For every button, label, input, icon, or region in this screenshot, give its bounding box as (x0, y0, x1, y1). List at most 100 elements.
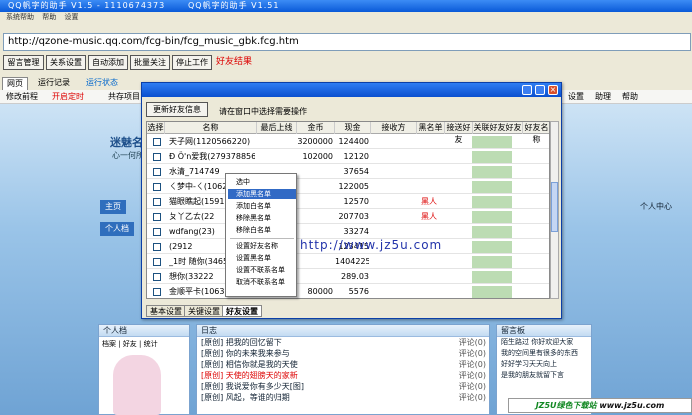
log-item[interactable]: [原创] 天使的翅膀天的家新 评论(0) (197, 370, 489, 381)
row-checkbox[interactable] (153, 138, 161, 146)
col-group[interactable]: 关联好友好友分组 (473, 122, 523, 134)
tab-basic-settings[interactable]: 基本设置 (146, 305, 186, 317)
col-deliver[interactable]: 接送好友 (445, 122, 473, 144)
tab-webpage[interactable]: 网页 (2, 77, 28, 90)
modify-link[interactable]: 修改前程 (6, 90, 38, 103)
context-menu-item[interactable]: 选中 (228, 177, 296, 187)
assistant-link[interactable]: 助理 (595, 90, 611, 103)
url-input[interactable]: http://qzone-music.qq.com/fcg-bin/fcg_mu… (3, 33, 691, 51)
log-item[interactable]: [原创] 风起，等谁的归期 评论(0) (197, 392, 489, 403)
guest-message: 好好学习天天向上 (501, 360, 557, 368)
table-row[interactable]: 金顺平卡(1063085)缺800005576 (147, 285, 549, 298)
table-row[interactable]: 水清_714749 37654 (147, 165, 549, 179)
context-menu-item[interactable]: 设置黑名单 (228, 253, 296, 263)
help-link[interactable]: 帮助 (622, 90, 638, 103)
maximize-icon[interactable] (535, 85, 545, 95)
menu-item-settings[interactable]: 设置 (64, 13, 78, 21)
row-group-cell (472, 136, 512, 148)
context-menu-item[interactable]: 设置不联系名单 (228, 265, 296, 275)
nav-profile[interactable]: 个人档 (100, 222, 134, 236)
row-group-cell (472, 211, 512, 223)
tab-run-log[interactable]: 运行记录 (34, 77, 74, 90)
settings-link[interactable]: 设置 (568, 90, 584, 103)
table-header: 选择 名称 最后上线 金币 现金 接收方 黑名单 接送好友 关联好友好友分组 好… (147, 122, 549, 144)
table-row[interactable]: 猫眼瞧起(1591 12570 黑人 (147, 195, 549, 209)
menu-bar: 系统帮助 帮助 设置 (0, 12, 692, 23)
table-row[interactable]: Ð Ö'n爱我(279378856) 102000 12120 (147, 150, 549, 164)
table-row[interactable]: _1时 随你(34659 1404225 (147, 255, 549, 269)
personal-tab-friends[interactable]: 好友 (123, 340, 137, 348)
row-group-cell (472, 181, 512, 193)
row-checkbox[interactable] (153, 288, 161, 296)
row-gold: 102000 (302, 152, 333, 161)
row-cash: 122005 (338, 182, 369, 191)
tab-key-settings[interactable]: 关键设置 (184, 305, 224, 317)
col-name[interactable]: 名称 (165, 122, 257, 134)
row-checkbox[interactable] (153, 198, 161, 206)
col-cash[interactable]: 现金 (335, 122, 371, 134)
context-menu-item[interactable]: 添加黑名单 (228, 189, 296, 199)
col-last-online[interactable]: 最后上线 (257, 122, 297, 134)
update-friends-button[interactable]: 更新好友信息 (146, 102, 208, 117)
row-group-cell (472, 166, 512, 178)
auto-add-button[interactable]: 自动添加 (88, 55, 128, 70)
col-select[interactable]: 选择 (147, 122, 165, 134)
log-item[interactable]: [原创] 相信你就是我的天使 评论(0) (197, 359, 489, 370)
row-checkbox[interactable] (153, 258, 161, 266)
log-item[interactable]: [原创] 我说爱你有多少天[图] 评论(0) (197, 381, 489, 392)
context-menu-item[interactable]: 移除黑名单 (228, 213, 296, 223)
personal-tab-archive[interactable]: 档案 (102, 340, 116, 348)
col-friend-name[interactable]: 好友名称 (523, 122, 549, 144)
toolbar: 留言管理 关系设置 自动添加 批量关注 停止工作 好友结果 (0, 54, 692, 72)
timer-link[interactable]: 开启定时 (52, 90, 84, 103)
vertical-scrollbar[interactable] (550, 121, 559, 299)
scroll-thumb[interactable] (551, 182, 558, 232)
window-title-secondary: QQ帆字的助手 V1.51 (188, 1, 280, 10)
log-item-comments: 评论(0) (458, 349, 486, 358)
context-menu-item[interactable]: 移除白名单 (228, 225, 296, 235)
message-manage-button[interactable]: 留言管理 (3, 55, 44, 70)
table-row[interactable]: ㄑ梦中-ㄑ(1062) 122005 (147, 180, 549, 194)
nav-home[interactable]: 主页 (100, 200, 126, 214)
log-item[interactable]: [原创] 你的未来我来参与 评论(0) (197, 348, 489, 359)
log-item-title: [原创] 把我的回忆留下 (201, 338, 282, 347)
guest-list: 陌生路过 你好欢迎大家 我的空间里有很多的东西 好好学习天天向上 是我的朋友就留下言 (497, 337, 591, 381)
tab-friend-settings[interactable]: 好友设置 (222, 305, 262, 317)
context-menu-item[interactable]: 添加白名单 (228, 201, 296, 211)
row-checkbox[interactable] (153, 243, 161, 251)
guest-panel-title: 留言板 (497, 325, 591, 337)
row-gold: 80000 (307, 287, 333, 296)
row-checkbox[interactable] (153, 183, 161, 191)
stop-work-button[interactable]: 停止工作 (172, 55, 212, 70)
row-group-cell (472, 271, 512, 283)
personal-tab-stats[interactable]: 统计 (144, 340, 158, 348)
menu-item-system[interactable]: 系统帮助 (6, 13, 34, 21)
row-checkbox[interactable] (153, 168, 161, 176)
personal-panel-tabs: 档案 | 好友 | 统计 (102, 340, 158, 348)
guest-message: 陌生路过 你好欢迎大家 (501, 338, 574, 346)
shared-items-link[interactable]: 共存项目 (108, 90, 140, 103)
col-blacklist[interactable]: 黑名单 (417, 122, 445, 134)
col-gold[interactable]: 金币 (297, 122, 335, 134)
col-receiver[interactable]: 接收方 (371, 122, 417, 134)
personal-center-link[interactable]: 个人中心 (640, 200, 672, 214)
row-checkbox[interactable] (153, 273, 161, 281)
table-row[interactable]: wdfang(23) 33274 (147, 225, 549, 239)
table-row[interactable]: 天子网(1120566220) 3200000 124400 (147, 135, 549, 149)
relation-settings-button[interactable]: 关系设置 (46, 55, 86, 70)
table-row[interactable]: ㄆ丫乙ㄊ(22 207703 黑人 (147, 210, 549, 224)
close-icon[interactable]: × (548, 85, 558, 95)
batch-follow-button[interactable]: 批量关注 (130, 55, 170, 70)
context-menu-item[interactable]: 取消不联系名单 (228, 277, 296, 287)
context-menu-item[interactable]: 设置好友名称 (228, 241, 296, 251)
friend-result-link[interactable]: 好友结果 (216, 56, 252, 69)
row-checkbox[interactable] (153, 213, 161, 221)
row-checkbox[interactable] (153, 228, 161, 236)
row-checkbox[interactable] (153, 153, 161, 161)
menu-item-help[interactable]: 帮助 (42, 13, 56, 21)
log-item[interactable]: [原创] 把我的回忆留下 评论(0) (197, 337, 489, 348)
site-badge-url: www.jz5u.com (599, 401, 665, 410)
tab-run-status[interactable]: 运行状态 (82, 77, 122, 90)
table-row[interactable]: 想你(33222 289.03 (147, 270, 549, 284)
minimize-icon[interactable] (522, 85, 532, 95)
